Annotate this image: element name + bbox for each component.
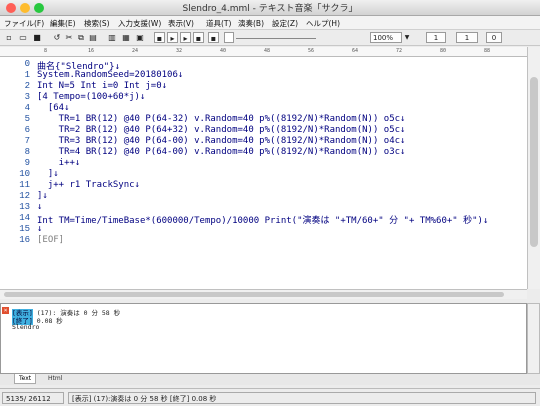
title-bar: Slendro_4.mml - テキスト音楽「サクラ」	[0, 0, 540, 16]
editor-vertical-scrollbar[interactable]	[527, 47, 540, 289]
cut-icon[interactable]: ✂	[64, 32, 74, 43]
line-number: 1	[24, 70, 30, 80]
status-message: [表示] (17):演奏は 0 分 58 秒 [終了] 0.08 秒	[68, 392, 536, 404]
code-line: TR=3 BR(12) @40 P(64-00) v.Random=40 p%(…	[37, 136, 406, 146]
line-number: 9	[24, 158, 30, 168]
code-line: ]↓	[37, 191, 48, 201]
line-number: 0	[24, 59, 30, 69]
ruler-mark: 24	[132, 48, 139, 54]
save-icon[interactable]: ■	[32, 32, 42, 43]
chevron-down-icon[interactable]: ▼	[404, 32, 410, 43]
ruler-mark: 56	[308, 48, 315, 54]
open-folder-icon[interactable]: ▭	[16, 32, 30, 43]
menu-settings[interactable]: 設定(Z)	[272, 18, 298, 29]
menu-bar: ファイル(F) 編集(E) 検索(S) 入力支援(W) 表示(V) 道具(T) …	[0, 16, 540, 30]
code-line: [4 Tempo=(100+60*j)↓	[37, 92, 146, 102]
output-vertical-scrollbar[interactable]	[527, 303, 540, 374]
line-number: 3	[24, 92, 30, 102]
line-number: 8	[24, 147, 30, 157]
code-line: ↓	[37, 202, 43, 212]
line-number: 7	[24, 136, 30, 146]
line-number: 2	[24, 81, 30, 91]
code-line: TR=4 BR(12) @40 P(64-00) v.Random=40 p%(…	[37, 147, 406, 157]
code-line: [64↓	[37, 103, 70, 113]
error-icon: ×	[2, 307, 9, 314]
play-from-cursor-icon[interactable]: ▸	[180, 32, 191, 43]
menu-tools[interactable]: 道具(T)	[206, 18, 231, 29]
record-icon[interactable]: ▪	[208, 32, 219, 43]
ruler-mark: 80	[440, 48, 447, 54]
ruler-mark: 16	[88, 48, 95, 54]
menu-search[interactable]: 検索(S)	[84, 18, 110, 29]
new-file-icon[interactable]: ▫	[4, 32, 14, 43]
code-line: i++↓	[37, 158, 81, 168]
line-number: 4	[24, 103, 30, 113]
tab-html[interactable]: Html	[44, 374, 66, 384]
line-number: 12	[19, 191, 30, 201]
ruler-mark: 88	[484, 48, 491, 54]
undo-icon[interactable]: ↺	[52, 32, 62, 43]
tab-text[interactable]: Text	[14, 374, 37, 384]
line-number: 14	[19, 213, 30, 223]
spin-input-3[interactable]: 0	[486, 32, 502, 43]
code-line: j++ r1 TrackSync↓	[37, 180, 140, 190]
spin-input-2[interactable]: 1	[456, 32, 478, 43]
piano-icon[interactable]: ▥	[106, 32, 118, 43]
scroll-thumb[interactable]	[530, 77, 538, 247]
menu-file[interactable]: ファイル(F)	[4, 18, 44, 29]
menu-help[interactable]: ヘルプ(H)	[306, 18, 340, 29]
line-number: 13	[19, 202, 30, 212]
line-number: 6	[24, 125, 30, 135]
menu-edit[interactable]: 編集(E)	[50, 18, 76, 29]
play-icon[interactable]: ▸	[167, 32, 178, 43]
ruler-mark: 40	[220, 48, 227, 54]
column-ruler: 8 16 24 32 40 48 56 64 72 80 88	[0, 47, 527, 57]
line-number: 5	[24, 114, 30, 124]
menu-play[interactable]: 演奏(B)	[238, 18, 264, 29]
window-title: Slendro_4.mml - テキスト音楽「サクラ」	[182, 4, 358, 14]
line-number: 10	[19, 169, 30, 179]
cursor-position: 5135/ 26112	[2, 392, 64, 404]
code-line: System.RandomSeed=20180106↓	[37, 70, 184, 80]
ruler-mark: 8	[44, 48, 48, 54]
code-line: ↓	[37, 224, 43, 234]
image-icon[interactable]: ▣	[134, 32, 146, 43]
line-number: 11	[19, 180, 30, 190]
status-bar: 5135/ 26112 [表示] (17):演奏は 0 分 58 秒 [終了] …	[0, 388, 540, 406]
score-icon[interactable]: ▦	[120, 32, 132, 43]
output-text: Slendro	[12, 323, 40, 331]
code-line: TR=2 BR(12) @40 P(64+32) v.Random=40 p%(…	[37, 125, 406, 135]
menu-view[interactable]: 表示(V)	[168, 18, 194, 29]
volume-slider[interactable]	[236, 32, 316, 39]
menu-input-support[interactable]: 入力支援(W)	[118, 18, 161, 29]
tab-bar: Text Html	[0, 374, 540, 385]
paste-icon[interactable]: ▤	[88, 32, 98, 43]
stop-icon[interactable]: ▪	[154, 32, 165, 43]
copy-icon[interactable]: ⧉	[76, 32, 86, 43]
ruler-mark: 48	[264, 48, 271, 54]
ruler-mark: 72	[396, 48, 403, 54]
ruler-mark: 64	[352, 48, 359, 54]
eof-marker: [EOF]	[37, 235, 65, 245]
editor-horizontal-scrollbar[interactable]	[0, 289, 527, 299]
pause-icon[interactable]: ▪	[193, 32, 204, 43]
checkbox[interactable]	[224, 32, 234, 43]
output-panel[interactable]: × [表示] (17): 演奏は 0 分 58 秒 [終了] 0.08 秒 Sl…	[0, 303, 527, 374]
line-number: 15	[19, 224, 30, 234]
code-line: Int TM=Time/TimeBase*(600000/Tempo)/1000…	[37, 216, 489, 226]
toolbar: ▫ ▭ ■ ↺ ✂ ⧉ ▤ ▥ ▦ ▣ ▪ ▸ ▸ ▪ ▪ 100% ▼ 1 1…	[0, 30, 540, 46]
code-line: Int N=5 Int i=0 Int j=0↓	[37, 81, 168, 91]
code-line: TR=1 BR(12) @40 P(64-32) v.Random=40 p%(…	[37, 114, 406, 124]
scroll-thumb[interactable]	[4, 292, 504, 297]
line-number-gutter: 0 1 2 3 4 5 6 7 8 9 10 11 12 13 14 15 16	[0, 57, 33, 289]
spin-input-1[interactable]: 1	[426, 32, 446, 43]
code-line: ]↓	[37, 169, 59, 179]
ruler-mark: 32	[176, 48, 183, 54]
zoom-select[interactable]: 100%	[370, 32, 402, 43]
code-editor[interactable]: 0 1 2 3 4 5 6 7 8 9 10 11 12 13 14 15 16…	[0, 57, 527, 289]
app-window: Slendro_4.mml - テキスト音楽「サクラ」 ファイル(F) 編集(E…	[0, 0, 540, 406]
line-number: 16	[19, 235, 30, 245]
